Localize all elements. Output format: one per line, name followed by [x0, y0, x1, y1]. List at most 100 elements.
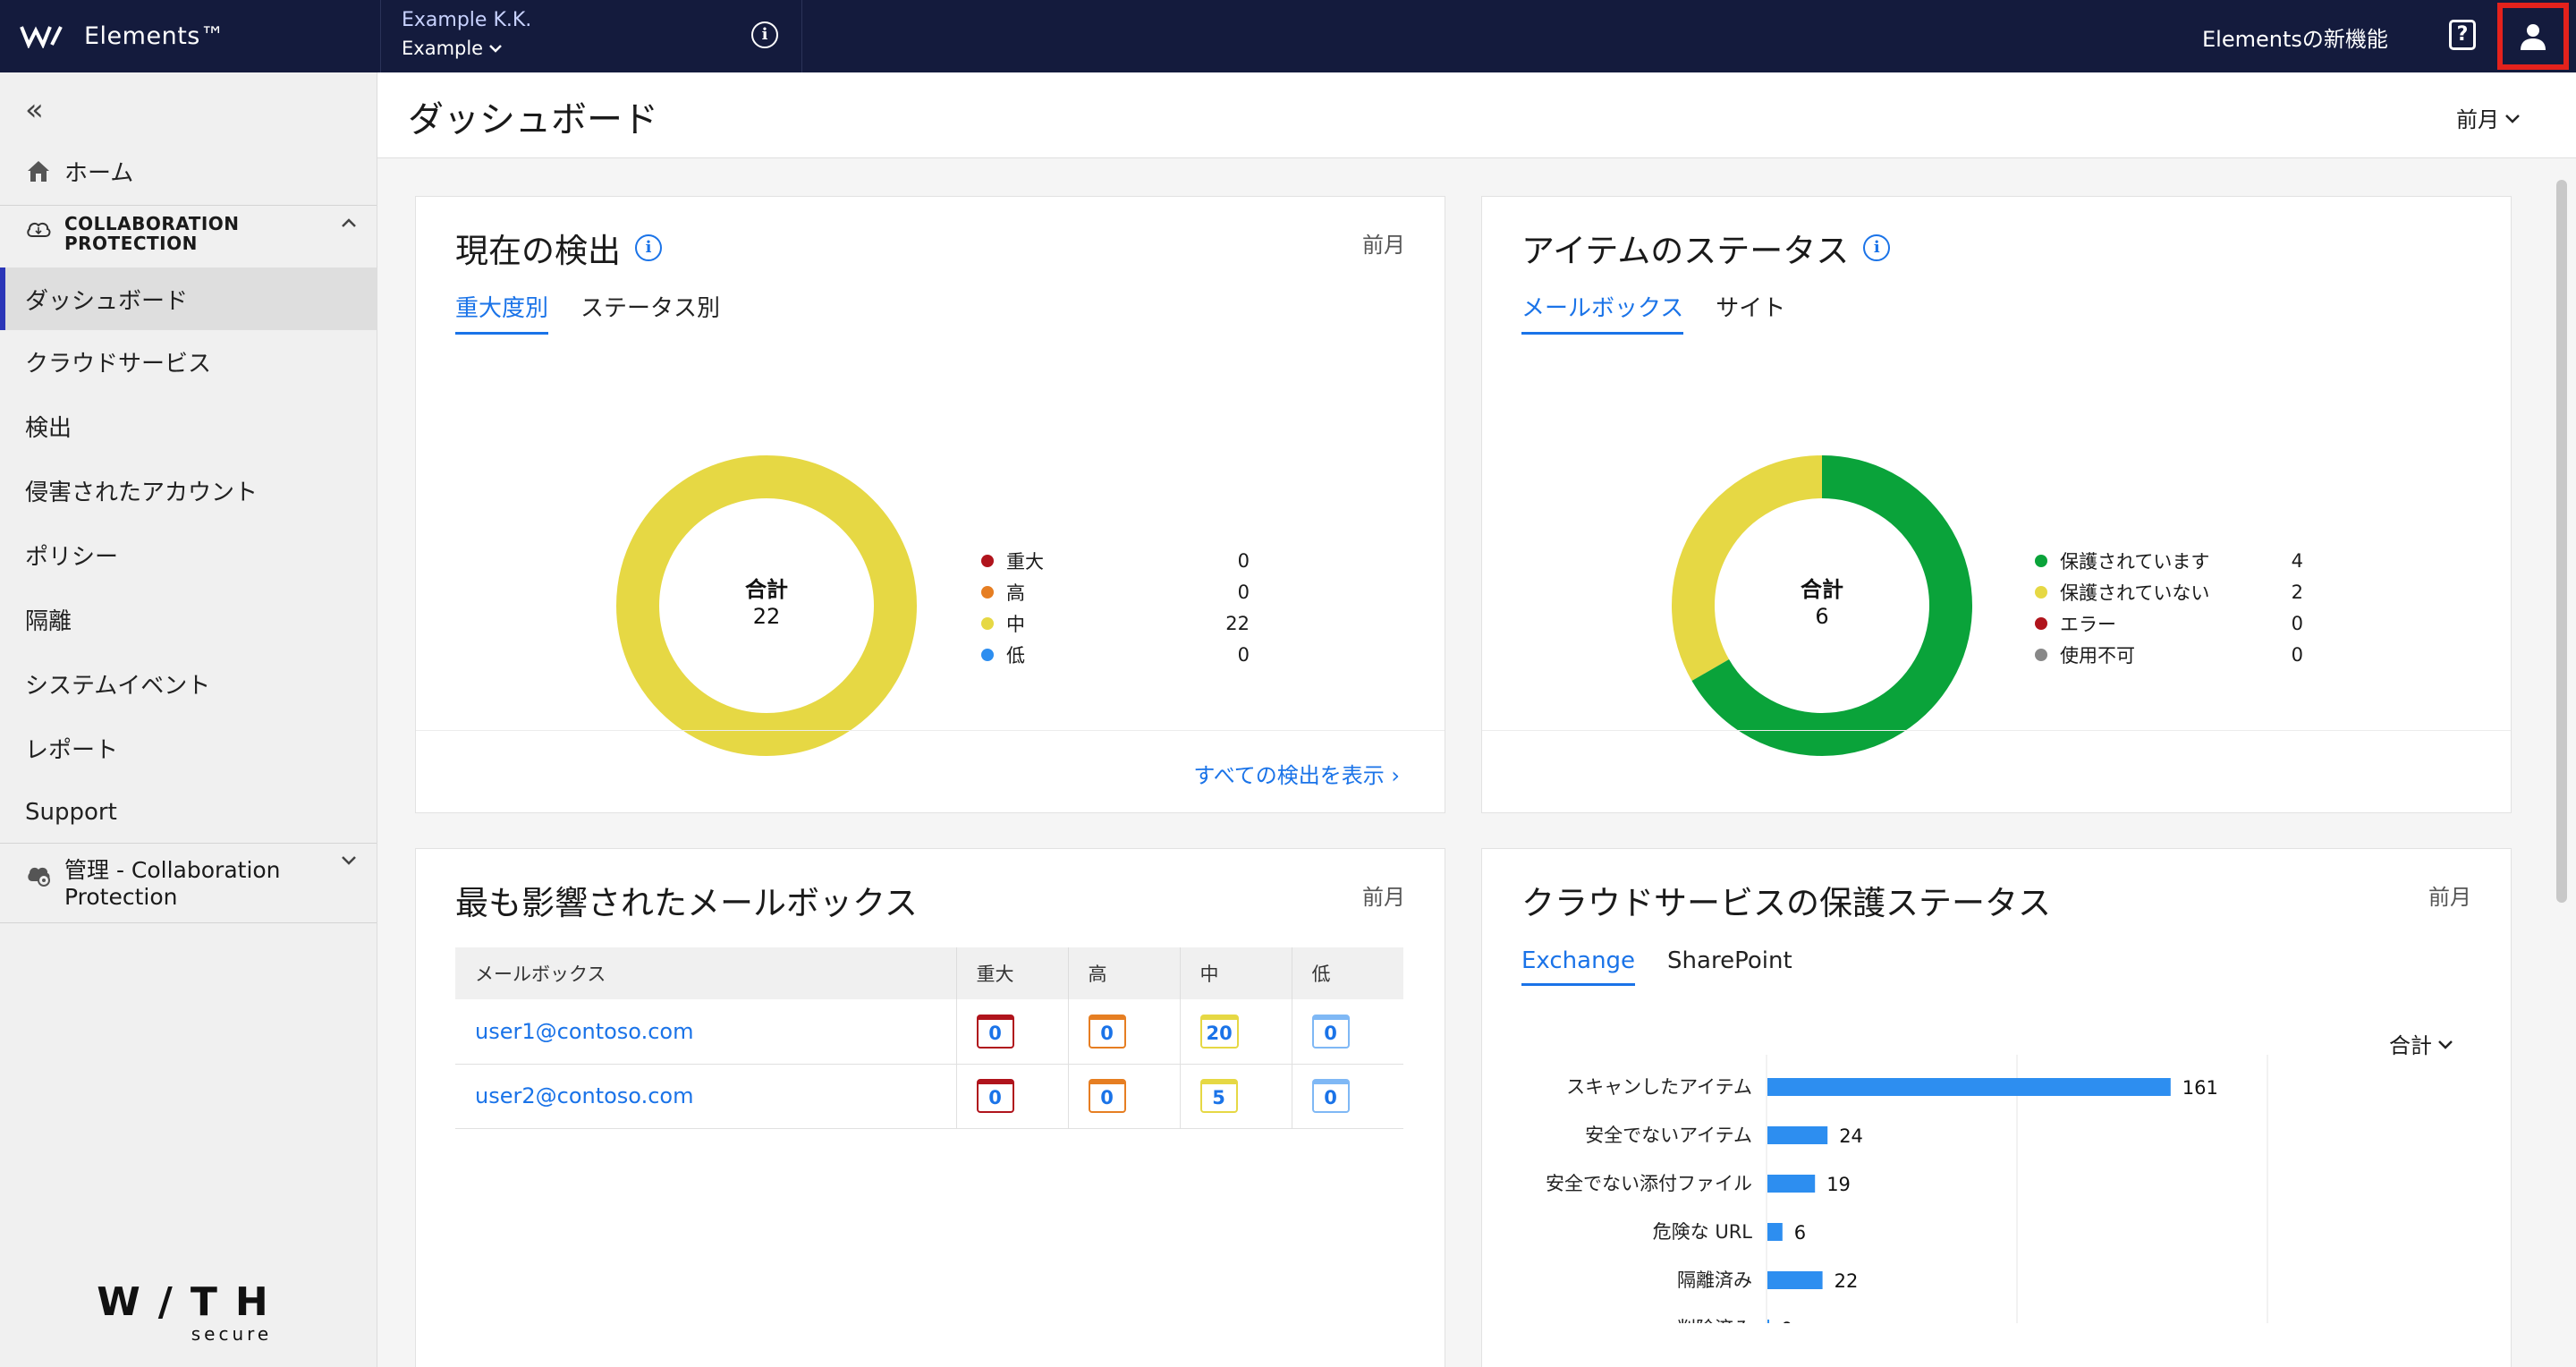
column-header[interactable]: 重大: [956, 947, 1069, 999]
column-header[interactable]: メールボックス: [455, 947, 957, 999]
donut-slice-1[interactable]: [1672, 455, 1823, 681]
legend-value: 4: [2291, 549, 2303, 572]
user-menu-button[interactable]: [2497, 3, 2569, 70]
legend-item-error: エラー 0: [2035, 607, 2303, 639]
org-name: Example K.K.: [402, 9, 532, 31]
legend-item-critical: 重大 0: [981, 545, 1250, 576]
sidebar-item-label: 検出: [25, 414, 72, 442]
section-label-line1: COLLABORATION: [64, 213, 240, 234]
home-icon: [28, 161, 49, 182]
app-name: Elements™: [84, 21, 225, 50]
bar[interactable]: [1767, 1320, 1769, 1323]
count-badge-low[interactable]: 0: [1311, 1014, 1350, 1049]
logo-subtitle: secure: [191, 1323, 273, 1345]
count-badge-critical[interactable]: 0: [976, 1079, 1014, 1113]
period-select[interactable]: 前月: [2456, 102, 2521, 133]
item-status-card: アイテムのステータス i メールボックス サイト 合計 6 保護されています 4 …: [1481, 196, 2512, 813]
legend-dot: [981, 616, 994, 630]
info-icon[interactable]: i: [1863, 234, 1891, 261]
tab-bar: 重大度別 ステータス別: [455, 290, 720, 335]
sidebar-item-support[interactable]: Support: [0, 781, 377, 844]
sidebar-item-dashboard[interactable]: ダッシュボード: [0, 267, 377, 330]
sidebar-item-system-events[interactable]: システムイベント: [0, 652, 377, 715]
donut-total-value: 22: [753, 604, 781, 629]
count-badge-medium[interactable]: 5: [1199, 1079, 1238, 1113]
bar-category-label: 削除済み: [1677, 1318, 1752, 1323]
count-badge-low[interactable]: 0: [1311, 1079, 1350, 1113]
legend-dot: [981, 585, 994, 599]
card-title: クラウドサービスの保護ステータス: [1521, 876, 2051, 924]
page-title: ダッシュボード: [408, 99, 658, 140]
tab-mailbox[interactable]: メールボックス: [1521, 290, 1684, 335]
section-label: 管理 - Collaboration Protection: [64, 857, 281, 911]
cloud-protection-card: クラウドサービスの保護ステータス 前月 Exchange SharePoint …: [1481, 848, 2512, 1367]
sidebar-item-detections[interactable]: 検出: [0, 395, 377, 457]
card-title-text: アイテムのステータス: [1521, 232, 1850, 270]
legend-value: 0: [1237, 581, 1250, 603]
mailbox-link[interactable]: user1@contoso.com: [475, 1019, 693, 1044]
count-badge-critical[interactable]: 0: [976, 1014, 1014, 1049]
whats-new-link[interactable]: Elementsの新機能: [2202, 21, 2388, 53]
app-logo[interactable]: Elements™: [20, 20, 225, 52]
card-title-text: 最も影響されたメールボックス: [455, 884, 918, 922]
collapse-sidebar-icon[interactable]: «: [25, 92, 44, 128]
legend-item-high: 高0: [981, 576, 1250, 607]
main-content: ダッシュボード 前月 現在の検出 i 前月 重大度別 ステータス別 合計 22 …: [377, 72, 2576, 1367]
bar-value-label: 22: [1835, 1270, 1859, 1292]
bar[interactable]: [1767, 1078, 2171, 1096]
withsecure-logo: W/TH secure: [84, 1279, 299, 1345]
bar-value-label: 161: [2182, 1077, 2218, 1099]
legend-item-unavailable: 使用不可 0: [2035, 639, 2303, 670]
column-header[interactable]: 高: [1068, 947, 1181, 999]
chevron-down-icon: [2438, 1040, 2453, 1049]
tab-site[interactable]: サイト: [1716, 290, 1785, 335]
scrollbar-thumb[interactable]: [2556, 180, 2567, 903]
bar-value-label: 6: [1794, 1222, 1806, 1244]
sidebar-item-label: システムイベント: [25, 672, 211, 700]
tab-exchange[interactable]: Exchange: [1521, 947, 1636, 986]
tab-sharepoint[interactable]: SharePoint: [1667, 947, 1792, 986]
help-icon[interactable]: ?: [2449, 20, 2476, 50]
legend-value: 0: [1237, 549, 1250, 572]
card-title: アイテムのステータス i: [1521, 224, 1891, 272]
legend-label: 保護されていない: [2060, 582, 2210, 604]
sidebar-item-cloud-services[interactable]: クラウドサービス: [0, 330, 377, 393]
sidebar-section-admin[interactable]: 管理 - Collaboration Protection: [0, 843, 377, 923]
count-badge-high[interactable]: 0: [1088, 1079, 1126, 1113]
org-select[interactable]: Example: [402, 38, 503, 59]
bar[interactable]: [1767, 1223, 1783, 1241]
tab-by-status[interactable]: ステータス別: [580, 290, 720, 335]
column-header[interactable]: 低: [1292, 947, 1403, 999]
mailbox-link[interactable]: user2@contoso.com: [475, 1083, 693, 1108]
count-badge-medium[interactable]: 20: [1199, 1014, 1239, 1049]
cloud-settings-icon: [28, 867, 50, 887]
bar[interactable]: [1767, 1175, 1816, 1193]
sidebar-item-reports[interactable]: レポート: [0, 717, 377, 779]
tab-by-severity[interactable]: 重大度別: [455, 290, 549, 335]
legend-item-medium: 中 22: [981, 607, 1250, 639]
sidebar: « ホーム COLLABORATION PROTECTION ダッシュボード ク…: [0, 72, 377, 1367]
section-label-line2: PROTECTION: [64, 233, 198, 254]
sidebar-section-collaboration-protection[interactable]: COLLABORATION PROTECTION: [0, 205, 377, 267]
chevron-up-icon: [342, 218, 356, 227]
column-header[interactable]: 中: [1180, 947, 1292, 999]
bar-category-label: スキャンしたアイテム: [1566, 1076, 1752, 1098]
legend-dot: [2035, 554, 2047, 567]
org-switcher[interactable]: Example K.K. Example i: [380, 0, 802, 72]
view-all-detections-link[interactable]: すべての検出を表示 ›: [1193, 758, 1400, 789]
sidebar-item-policies[interactable]: ポリシー: [0, 523, 377, 586]
tab-bar: Exchange SharePoint: [1521, 947, 1792, 986]
bar[interactable]: [1767, 1271, 1823, 1289]
info-icon[interactable]: i: [751, 21, 778, 48]
sidebar-item-compromised-accounts[interactable]: 侵害されたアカウント: [0, 459, 377, 522]
sidebar-item-home[interactable]: ホーム: [0, 140, 377, 202]
user-icon: [2521, 23, 2546, 50]
legend-dot: [981, 554, 994, 567]
withsecure-mark-icon: [20, 26, 63, 48]
item-status-legend: 保護されています 4 保護されていない 2 エラー 0 使用不可 0: [2035, 545, 2303, 670]
info-icon[interactable]: i: [635, 234, 662, 261]
scrollbar[interactable]: [2551, 162, 2571, 1367]
count-badge-high[interactable]: 0: [1088, 1014, 1126, 1049]
sidebar-item-quarantine[interactable]: 隔離: [0, 588, 377, 650]
bar[interactable]: [1767, 1126, 1828, 1144]
